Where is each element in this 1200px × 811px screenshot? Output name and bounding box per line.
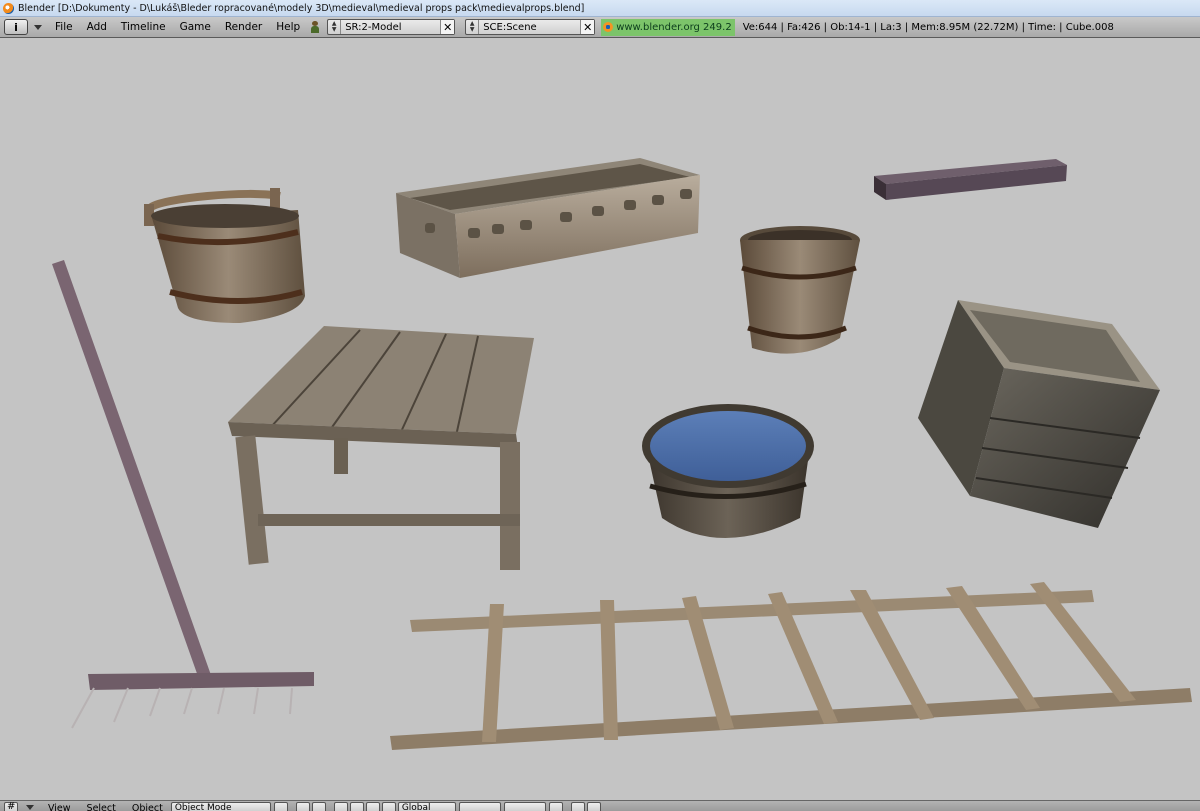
collapse-menu-icon[interactable] bbox=[34, 24, 42, 30]
editor-type-button[interactable]: i bbox=[4, 19, 28, 35]
mode-label[interactable]: Object Mode bbox=[175, 803, 232, 811]
manipulator-hand-icon[interactable] bbox=[333, 802, 348, 811]
menu-select[interactable]: Select bbox=[79, 803, 124, 811]
scene-browse-icon[interactable]: ▲ ▼ bbox=[466, 20, 480, 34]
water-tub[interactable] bbox=[642, 404, 814, 538]
small-barrel[interactable] bbox=[740, 226, 860, 354]
blender-website-link[interactable]: www.blender.org 249.2 bbox=[601, 18, 735, 36]
info-icon: i bbox=[14, 20, 18, 34]
scene-selector[interactable]: ▲ ▼ SCE:Scene ✕ bbox=[465, 19, 596, 35]
viewport-render bbox=[52, 158, 1192, 750]
grid-icon[interactable] bbox=[4, 801, 18, 811]
translate-icon[interactable] bbox=[349, 802, 364, 811]
menu-help[interactable]: Help bbox=[269, 21, 307, 33]
wooden-trough[interactable] bbox=[396, 158, 700, 278]
wooden-table[interactable] bbox=[228, 326, 534, 570]
wooden-crate[interactable] bbox=[918, 300, 1160, 528]
collapse-menu-icon[interactable] bbox=[26, 805, 34, 810]
window-title: Blender [D:\Dokumenty - D\Lukáš\Bleder r… bbox=[18, 2, 585, 14]
lock-icon[interactable] bbox=[548, 802, 563, 811]
render-icon[interactable] bbox=[570, 802, 585, 811]
info-header: i File Add Timeline Game Render Help ▲ ▼ … bbox=[0, 17, 1200, 38]
wooden-ladder[interactable] bbox=[390, 582, 1192, 750]
user-prefs-icon[interactable] bbox=[309, 20, 321, 34]
scene-stats: Ve:644 | Fa:426 | Ob:14-1 | La:3 | Mem:8… bbox=[742, 21, 1114, 33]
mode-selector[interactable]: Object Mode bbox=[170, 802, 271, 811]
layer-buttons-1[interactable] bbox=[458, 802, 501, 811]
screen-selector[interactable]: ▲ ▼ SR:2-Model ✕ bbox=[327, 19, 456, 35]
pivot-icon[interactable] bbox=[295, 802, 310, 811]
screen-delete-icon[interactable]: ✕ bbox=[440, 20, 455, 34]
menu-game[interactable]: Game bbox=[173, 21, 218, 33]
menu-view[interactable]: View bbox=[40, 803, 79, 811]
website-text[interactable]: www.blender.org 249.2 bbox=[616, 22, 732, 33]
dots-icon[interactable] bbox=[311, 802, 326, 811]
menu-add[interactable]: Add bbox=[80, 21, 114, 33]
layer-buttons-2[interactable] bbox=[503, 802, 546, 811]
screen-name-field[interactable]: SR:2-Model bbox=[341, 22, 440, 33]
wooden-plank[interactable] bbox=[874, 159, 1067, 200]
orientation-selector[interactable]: Global bbox=[397, 802, 456, 811]
menu-file[interactable]: File bbox=[48, 21, 80, 33]
orientation-label[interactable]: Global bbox=[402, 803, 431, 811]
bucket-with-handle[interactable] bbox=[144, 188, 305, 323]
opengl-render-icon[interactable] bbox=[586, 802, 601, 811]
scene-name-field[interactable]: SCE:Scene bbox=[479, 22, 580, 33]
screen-browse-icon[interactable]: ▲ ▼ bbox=[328, 20, 342, 34]
blender-icon bbox=[603, 22, 614, 32]
scale-icon[interactable] bbox=[381, 802, 396, 811]
draw-type-icon[interactable] bbox=[273, 802, 288, 811]
3d-viewport[interactable] bbox=[0, 38, 1200, 800]
menu-timeline[interactable]: Timeline bbox=[114, 21, 173, 33]
window-titlebar: Blender [D:\Dokumenty - D\Lukáš\Bleder r… bbox=[0, 0, 1200, 17]
blender-logo-icon bbox=[3, 2, 14, 14]
menu-object[interactable]: Object bbox=[124, 803, 171, 811]
rotate-icon[interactable] bbox=[365, 802, 380, 811]
scene-delete-icon[interactable]: ✕ bbox=[580, 20, 595, 34]
menu-render[interactable]: Render bbox=[218, 21, 269, 33]
view3d-header: View Select Object Object Mode Global bbox=[0, 800, 1200, 811]
wooden-rake[interactable] bbox=[52, 260, 314, 729]
